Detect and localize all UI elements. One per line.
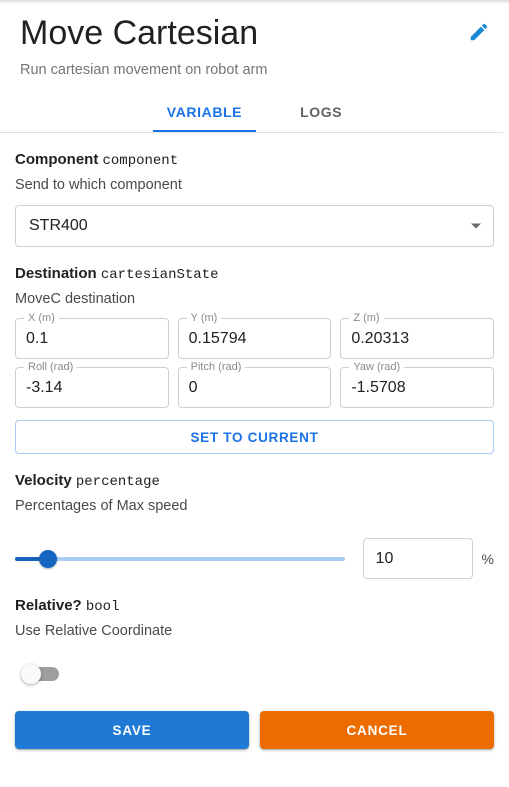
relative-key-name: bool	[85, 599, 120, 615]
component-key-name: component	[102, 153, 179, 169]
cancel-button[interactable]: CANCEL	[260, 711, 494, 749]
field-yaw[interactable]: Yaw (rad)	[340, 361, 494, 408]
field-x[interactable]: X (m)	[15, 312, 169, 359]
panel-content: Component component Send to which compon…	[0, 150, 509, 749]
destination-title-text: Destination	[15, 265, 97, 282]
relative-section: Relative? bool Use Relative Coordinate	[15, 596, 494, 689]
field-x-input[interactable]	[16, 319, 168, 358]
tab-logs-label: LOGS	[300, 104, 343, 120]
destination-section-title: Destination cartesianState	[15, 264, 494, 285]
destination-section: Destination cartesianState MoveC destina…	[15, 264, 494, 454]
save-button[interactable]: SAVE	[15, 711, 249, 749]
relative-toggle-wrap	[15, 659, 494, 689]
component-title-text: Component	[15, 151, 99, 168]
page-subtitle: Run cartesian movement on robot arm	[20, 62, 268, 78]
component-select-value: STR400	[29, 217, 88, 234]
field-yaw-input[interactable]	[341, 368, 493, 407]
destination-key-name: cartesianState	[100, 267, 219, 283]
field-z-input[interactable]	[341, 319, 493, 358]
velocity-unit-label: %	[481, 550, 494, 567]
destination-field-grid: X (m) Y (m) Z (m) Roll (rad) Pitch (rad)	[15, 312, 494, 408]
field-pitch[interactable]: Pitch (rad)	[177, 361, 332, 408]
slider-track	[15, 556, 345, 561]
velocity-section-title: Velocity percentage	[15, 471, 494, 492]
component-select[interactable]: STR400	[15, 205, 494, 247]
tab-bar: VARIABLE LOGS	[0, 94, 509, 132]
field-y-input[interactable]	[178, 319, 331, 358]
field-roll[interactable]: Roll (rad)	[15, 361, 169, 408]
velocity-number-field[interactable]	[362, 538, 473, 579]
relative-title-text: Relative?	[15, 597, 82, 614]
slider-thumb[interactable]	[38, 549, 57, 568]
field-z[interactable]: Z (m)	[340, 312, 494, 359]
component-section: Component component Send to which compon…	[15, 150, 494, 247]
tab-variable-label: VARIABLE	[166, 104, 243, 120]
relative-section-title: Relative? bool	[15, 596, 494, 617]
set-to-current-button[interactable]: SET TO CURRENT	[15, 420, 494, 454]
velocity-section: Velocity percentage Percentages of Max s…	[15, 471, 494, 579]
footer-buttons: SAVE CANCEL	[15, 711, 494, 749]
pencil-edit-icon	[468, 21, 490, 43]
velocity-number-input[interactable]	[363, 549, 472, 568]
tab-variable[interactable]: VARIABLE	[152, 94, 257, 132]
chevron-down-icon	[471, 223, 481, 229]
field-pitch-input[interactable]	[178, 368, 331, 407]
panel-header: Move Cartesian Run cartesian movement on…	[0, 0, 509, 80]
velocity-title-text: Velocity	[15, 472, 72, 489]
field-roll-input[interactable]	[16, 368, 168, 407]
destination-description: MoveC destination	[15, 291, 136, 307]
field-y[interactable]: Y (m)	[177, 312, 332, 359]
page-title: Move Cartesian	[20, 14, 259, 52]
relative-toggle-knob	[21, 664, 41, 684]
velocity-slider-row: %	[15, 538, 494, 579]
tab-divider	[0, 132, 503, 133]
edit-button[interactable]	[465, 18, 493, 46]
velocity-key-name: percentage	[75, 474, 160, 490]
relative-description: Use Relative Coordinate	[15, 623, 173, 639]
tab-logs[interactable]: LOGS	[286, 94, 356, 132]
component-section-title: Component component	[15, 150, 494, 171]
velocity-description: Percentages of Max speed	[15, 498, 188, 514]
component-description: Send to which component	[15, 177, 182, 193]
relative-toggle[interactable]	[21, 664, 59, 684]
move-cartesian-panel: Move Cartesian Run cartesian movement on…	[0, 0, 509, 787]
velocity-slider[interactable]	[15, 545, 345, 573]
